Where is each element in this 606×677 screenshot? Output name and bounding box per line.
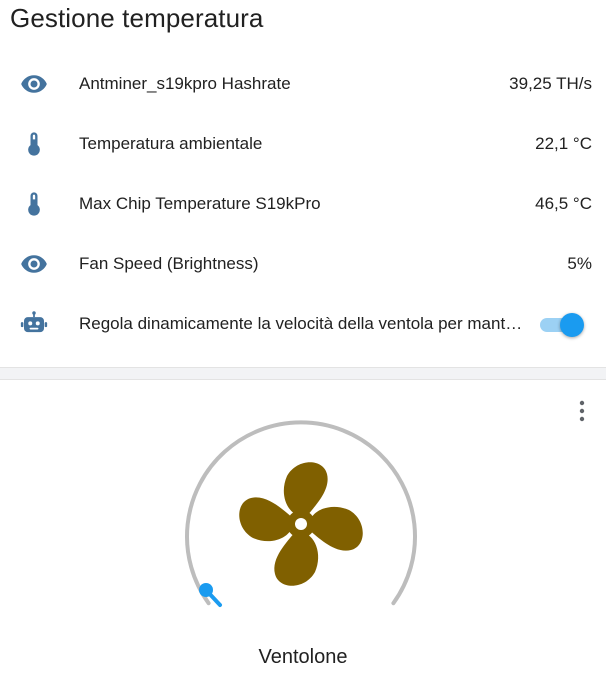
fan-name: Ventolone xyxy=(258,646,348,668)
thermometer-icon xyxy=(18,128,50,160)
entity-value: 22,1 °C xyxy=(535,134,592,153)
entity-row-automation[interactable]: Regola dinamicamente la velocità della v… xyxy=(0,304,606,344)
toggle-knob xyxy=(560,313,584,337)
robot-icon xyxy=(18,308,50,340)
eye-icon xyxy=(18,68,50,100)
entity-label: Antminer_s19kpro Hashrate xyxy=(79,74,291,93)
automation-toggle[interactable] xyxy=(540,313,586,339)
thermometer-icon xyxy=(18,188,50,220)
more-options-button[interactable] xyxy=(572,398,592,424)
fan-card: Ventolone xyxy=(0,379,606,677)
fan-speed-dial[interactable] xyxy=(170,400,432,640)
card-title: Gestione temperatura xyxy=(10,3,264,33)
entity-value: 46,5 °C xyxy=(535,194,592,213)
entity-row-max-chip-temperature[interactable]: Max Chip Temperature S19kPro 46,5 °C xyxy=(0,184,606,224)
entity-value: 39,25 TH/s xyxy=(509,74,592,93)
entities-card: Gestione temperatura Antminer_s19kpro Ha… xyxy=(0,0,606,368)
entity-label: Temperatura ambientale xyxy=(79,134,263,153)
fan-icon xyxy=(239,462,363,586)
entity-row-hashrate[interactable]: Antminer_s19kpro Hashrate 39,25 TH/s xyxy=(0,64,606,104)
entity-label: Regola dinamicamente la velocità della v… xyxy=(79,314,525,333)
entity-row-fan-speed[interactable]: Fan Speed (Brightness) 5% xyxy=(0,244,606,284)
eye-icon xyxy=(18,248,50,280)
dial-handle xyxy=(199,583,213,597)
entity-value: 5% xyxy=(567,254,592,273)
entity-label: Fan Speed (Brightness) xyxy=(79,254,259,273)
entity-label: Max Chip Temperature S19kPro xyxy=(79,194,321,213)
entity-row-ambient-temperature[interactable]: Temperatura ambientale 22,1 °C xyxy=(0,124,606,164)
more-vertical-icon xyxy=(579,400,585,422)
